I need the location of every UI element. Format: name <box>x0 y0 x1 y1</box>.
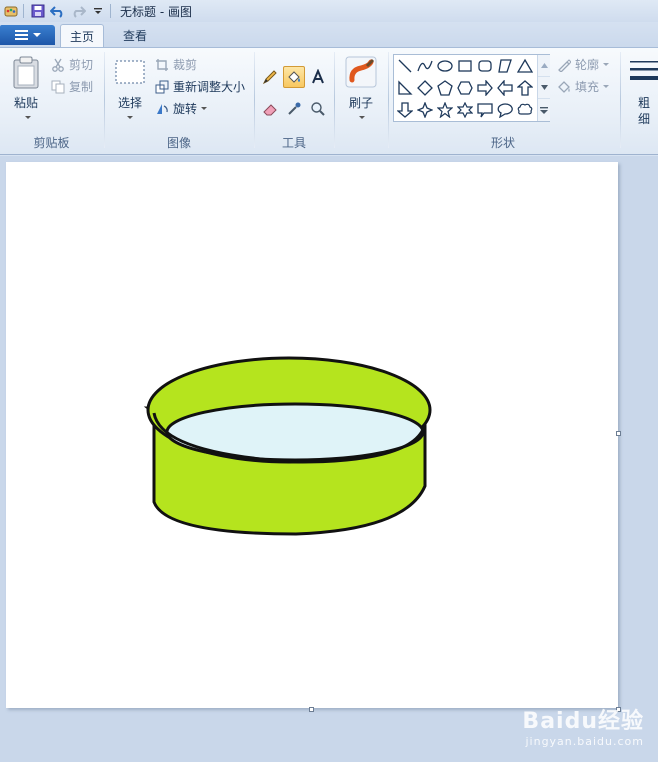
shape-four-point-star[interactable] <box>416 101 434 119</box>
rectangle-shape-icon <box>458 60 472 72</box>
line-size-icon <box>630 61 658 80</box>
six-point-star-shape-icon <box>457 102 473 118</box>
scroll-down-icon[interactable] <box>538 77 550 99</box>
five-point-star-shape-icon <box>437 102 453 118</box>
scroll-up-icon[interactable] <box>538 55 550 77</box>
shape-diamond[interactable] <box>416 79 434 97</box>
size-button[interactable]: 粗 细 <box>626 54 658 126</box>
shape-hexagon[interactable] <box>456 79 474 97</box>
shape-down-arrow[interactable] <box>396 101 414 119</box>
quick-access-toolbar <box>0 0 114 22</box>
tab-home[interactable]: 主页 <box>60 24 104 47</box>
watermark-sub: jingyan.baidu.com <box>525 735 644 748</box>
shape-right-triangle[interactable] <box>396 79 414 97</box>
shape-rectangle[interactable] <box>456 57 474 75</box>
shape-cloud-callout[interactable] <box>516 101 534 119</box>
shape-triangle[interactable] <box>516 57 534 75</box>
outline-label: 轮廓 <box>575 58 600 72</box>
outline-dropdown-icon <box>603 63 610 66</box>
chevron-down-icon <box>32 33 41 37</box>
right-arrow-shape-icon <box>477 80 493 96</box>
group-divider <box>620 52 621 148</box>
shape-curve[interactable] <box>416 57 434 75</box>
canvas-workspace: Baidu经验 jingyan.baidu.com <box>0 156 658 762</box>
curve-shape-icon <box>417 60 433 72</box>
fill-icon <box>558 80 570 93</box>
fill-button[interactable]: 填充 <box>557 78 610 95</box>
resize-handle-bottom[interactable] <box>309 707 314 712</box>
watermark-main: Baidu经验 <box>522 709 644 734</box>
shape-left-arrow[interactable] <box>496 79 514 97</box>
polygon-shape-icon <box>498 59 512 73</box>
paint-app-icon[interactable] <box>2 2 20 20</box>
menu-icon <box>14 30 28 40</box>
window-title: 无标题 - 画图 <box>120 4 192 19</box>
baidu-watermark: Baidu经验 jingyan.baidu.com <box>522 703 644 748</box>
pentagon-shape-icon <box>437 80 453 96</box>
shape-up-arrow[interactable] <box>516 79 534 97</box>
shape-five-point-star[interactable] <box>436 101 454 119</box>
line-shape-icon <box>398 59 412 73</box>
triangle-shape-icon <box>517 58 533 73</box>
outline-icon <box>558 58 571 72</box>
shape-pentagon[interactable] <box>436 79 454 97</box>
paint-menu-button[interactable] <box>0 25 55 45</box>
rounded-rectangle-shape-icon <box>478 60 492 72</box>
shape-line[interactable] <box>396 57 414 75</box>
shape-right-arrow[interactable] <box>476 79 494 97</box>
size-label-line2: 细 <box>638 112 651 126</box>
ribbon-tab-row: 主页 查看 <box>0 22 658 47</box>
resize-handle-right[interactable] <box>616 431 621 436</box>
drawn-bowl-image <box>143 356 432 536</box>
ribbon: 粘贴 剪切 复制 剪贴板 选择 裁剪 重新调整大小 旋转 图像 工具 刷子 轮廓… <box>0 47 658 155</box>
drawing-canvas[interactable] <box>6 162 618 708</box>
title-bar: 无标题 - 画图 <box>0 0 658 22</box>
shapes-scrollbar[interactable] <box>537 55 550 121</box>
bowl-inner <box>165 402 425 462</box>
save-icon[interactable] <box>29 2 47 20</box>
down-arrow-shape-icon <box>397 102 413 118</box>
shapes-group: 轮廓 填充 形状 <box>0 48 658 154</box>
redo-icon[interactable] <box>69 2 87 20</box>
shapes-group-label: 形状 <box>490 136 515 150</box>
tab-view[interactable]: 查看 <box>112 24 158 47</box>
right-triangle-shape-icon <box>398 80 413 95</box>
shape-oval[interactable] <box>436 57 454 75</box>
gallery-expand-icon[interactable] <box>538 99 550 121</box>
hexagon-shape-icon <box>457 81 473 95</box>
fill-dropdown-icon <box>603 85 610 88</box>
shape-rect-callout[interactable] <box>476 101 494 119</box>
undo-icon[interactable] <box>49 2 67 20</box>
diamond-shape-icon <box>417 80 433 96</box>
outline-button[interactable]: 轮廓 <box>557 56 610 73</box>
shapes-gallery <box>393 54 550 122</box>
oval-callout-shape-icon <box>497 103 513 118</box>
customize-quick-access-icon[interactable] <box>89 2 107 20</box>
shape-oval-callout[interactable] <box>496 101 514 119</box>
tab-home-label: 主页 <box>69 29 94 44</box>
shape-six-point-star[interactable] <box>456 101 474 119</box>
tab-view-label: 查看 <box>122 29 147 43</box>
oval-shape-icon <box>437 60 453 72</box>
left-arrow-shape-icon <box>497 80 513 96</box>
shape-rounded-rectangle[interactable] <box>476 57 494 75</box>
size-label-line1: 粗 <box>638 96 651 110</box>
fill-label: 填充 <box>575 80 600 94</box>
cloud-callout-shape-icon <box>517 103 533 115</box>
up-arrow-shape-icon <box>517 80 533 96</box>
four-point-star-shape-icon <box>417 102 433 118</box>
rectangular-callout-shape-icon <box>477 103 493 118</box>
shape-polygon[interactable] <box>496 57 514 75</box>
